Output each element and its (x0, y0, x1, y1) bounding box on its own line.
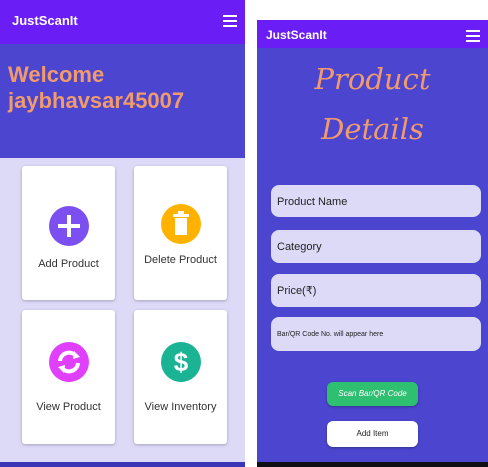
refresh-icon (48, 342, 89, 382)
price-field[interactable]: Price(₹) (271, 274, 481, 307)
view-product-label: View Product (36, 401, 101, 413)
product-details-background: JustScanIt Product Details Product Name … (257, 0, 488, 462)
view-inventory-card[interactable]: $ View Inventory (134, 310, 227, 444)
bottom-bar (0, 462, 245, 467)
price-placeholder: Price(₹) (277, 285, 317, 297)
scan-barcode-button[interactable]: Scan Bar/QR Code (327, 382, 418, 406)
add-item-button[interactable]: Add Item (327, 421, 418, 447)
product-details-screen: JustScanIt Product Details Product Name … (257, 0, 488, 467)
welcome-message: Welcome jaybhavsar45007 (8, 62, 184, 114)
product-name-placeholder: Product Name (277, 196, 348, 208)
view-product-card[interactable]: View Product (22, 310, 115, 444)
plus-icon (48, 206, 89, 246)
page-title-line2: Details (321, 112, 424, 146)
app-title: JustScanIt (266, 28, 327, 42)
add-product-card[interactable]: Add Product (22, 166, 115, 300)
menu-icon[interactable] (466, 30, 480, 42)
category-placeholder: Category (277, 241, 322, 253)
menu-icon[interactable] (223, 15, 237, 27)
welcome-greeting: Welcome (8, 62, 105, 87)
divider (245, 0, 257, 467)
status-area (257, 0, 488, 20)
add-product-label: Add Product (38, 258, 99, 270)
svg-text:$: $ (173, 347, 188, 377)
app-bar: JustScanIt (0, 0, 245, 44)
app-title: JustScanIt (12, 13, 78, 28)
delete-product-card[interactable]: Delete Product (134, 166, 227, 300)
welcome-username: jaybhavsar45007 (8, 88, 185, 113)
delete-product-label: Delete Product (144, 254, 217, 266)
product-name-field[interactable]: Product Name (271, 185, 481, 217)
home-screen: JustScanIt Welcome jaybhavsar45007 Add P… (0, 0, 245, 467)
category-field[interactable]: Category (271, 230, 481, 263)
page-title-line1: Product (314, 62, 431, 96)
view-inventory-label: View Inventory (144, 401, 217, 413)
barcode-placeholder: Bar/QR Code No. will appear here (277, 331, 384, 338)
dollar-icon: $ (160, 342, 201, 382)
barcode-field: Bar/QR Code No. will appear here (271, 317, 481, 351)
trash-icon (160, 204, 201, 244)
